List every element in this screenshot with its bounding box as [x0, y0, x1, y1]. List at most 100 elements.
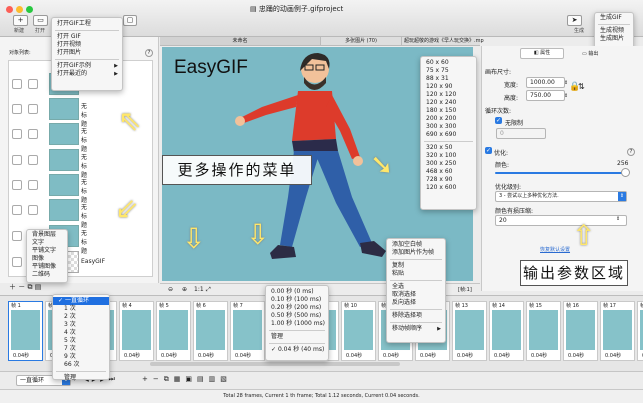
lock-checkbox[interactable]	[28, 180, 38, 190]
menu-item-canvas-size[interactable]: 320 x 100	[421, 152, 476, 160]
menu-item-image[interactable]: 图像	[27, 255, 67, 263]
menu-item-canvas-size[interactable]: 180 x 150	[421, 107, 476, 115]
menu-item-tiled-image[interactable]: 平铺图像	[27, 263, 67, 271]
frame-delay[interactable]: 0.04秒	[494, 352, 510, 359]
open-button[interactable]: ▭	[33, 15, 48, 26]
visibility-checkbox[interactable]	[12, 104, 22, 114]
menu-item-deselect[interactable]: 取消选择	[387, 291, 445, 299]
tab-untitled[interactable]: 未命名	[160, 37, 320, 45]
menu-item-delay[interactable]: 0.10 秒 (100 ms)	[266, 296, 328, 304]
frame-delay[interactable]: 0.04秒	[124, 352, 140, 359]
timeline-frame[interactable]: 帧 7 0.04秒	[230, 301, 265, 361]
remove-frame-button[interactable]: −	[153, 375, 164, 383]
frame-delay[interactable]: 0.04秒	[568, 352, 584, 359]
frame-delay[interactable]: 0.04秒	[198, 352, 214, 359]
menu-item-generate-image[interactable]: 生成图片	[595, 35, 633, 43]
menu-item-background[interactable]: 背景图层	[27, 231, 67, 239]
add-layer-button[interactable]: ＋	[9, 283, 16, 291]
swap-icon[interactable]: ⇅	[578, 82, 585, 91]
color-slider-thumb[interactable]	[621, 168, 630, 177]
menu-item-remove-selected[interactable]: 移除选择项	[387, 312, 445, 320]
tab-video[interactable]: 超玩超敬的游戏《早人玩交换》.mp	[401, 37, 504, 45]
menu-item-delay[interactable]: 0.00 秒 (0 ms)	[266, 288, 328, 296]
menu-item-generate-gif[interactable]: 生成GIF	[595, 14, 633, 22]
timeline-scrollbar[interactable]	[150, 362, 400, 366]
menu-item-loop-count[interactable]: 9 次	[53, 353, 109, 361]
visibility-checkbox[interactable]	[12, 205, 22, 215]
height-stepper[interactable]: ⇕	[564, 93, 568, 99]
menu-item-canvas-size[interactable]: 468 x 60	[421, 168, 476, 176]
settings-icon[interactable]: ▧	[220, 375, 232, 383]
tab-properties[interactable]: ◧ 属性	[520, 48, 564, 59]
align-icon[interactable]: ▤	[197, 375, 209, 383]
visibility-checkbox[interactable]	[12, 180, 22, 190]
menu-item-open-project[interactable]: 打开GIF工程	[52, 20, 122, 28]
menu-item-canvas-size[interactable]: 88 x 31	[421, 75, 476, 83]
timeline-frame[interactable]: 帧 15 0.04秒	[526, 301, 561, 361]
tab-multiple-images[interactable]: 多张图片 (70)	[320, 37, 401, 45]
menu-item-delay[interactable]: 1.00 秒 (1000 ms)	[266, 320, 328, 328]
menu-item-loop-count[interactable]: 2 次	[53, 313, 109, 321]
lock-checkbox[interactable]	[28, 129, 38, 139]
optimize-help-button[interactable]: ?	[627, 148, 635, 156]
menu-item-loop-count[interactable]: 1 次	[53, 305, 109, 313]
menu-item-loop-count[interactable]: 7 次	[53, 345, 109, 353]
menu-item-canvas-size[interactable]: 320 x 50	[421, 144, 476, 152]
width-stepper[interactable]: ⇕	[564, 80, 568, 86]
menu-item-add-image-frame[interactable]: 添加图片作为帧	[387, 249, 445, 257]
timeline-frame[interactable]: 帧 180.04秒	[637, 301, 643, 361]
minimize-window-button[interactable]	[16, 6, 23, 13]
timeline-frame[interactable]: 帧 10 0.04秒	[341, 301, 376, 361]
close-window-button[interactable]	[6, 6, 13, 13]
menu-item-select-all[interactable]: 全选	[387, 283, 445, 291]
zoom-in-icon[interactable]: ⊕	[182, 286, 187, 293]
lock-checkbox[interactable]	[28, 155, 38, 165]
menu-item-manage-delay[interactable]: 管理	[266, 333, 328, 341]
menu-item-canvas-size[interactable]: 728 x 90	[421, 176, 476, 184]
menu-item-delay[interactable]: 0.50 秒 (500 ms)	[266, 312, 328, 320]
menu-item-paste[interactable]: 粘贴	[387, 270, 445, 278]
frame-delay[interactable]: 0.04秒	[457, 352, 473, 359]
menu-item-open-image[interactable]: 打开图片	[52, 49, 122, 57]
menu-item-loop-count[interactable]: 5 次	[53, 337, 109, 345]
frame-delay[interactable]: 0.04秒	[161, 352, 177, 359]
zoom-window-button[interactable]	[26, 6, 33, 13]
menu-item-canvas-size[interactable]: 75 x 75	[421, 67, 476, 75]
menu-item-canvas-size[interactable]: 60 x 60	[421, 59, 476, 67]
visibility-checkbox[interactable]	[12, 79, 22, 89]
timeline-frame[interactable]: 帧 4 0.04秒	[119, 301, 154, 361]
frame-delay[interactable]: 0.04秒	[346, 352, 362, 359]
frame-delay[interactable]: 0.04秒	[531, 352, 547, 359]
height-field[interactable]: 750.00	[526, 90, 565, 101]
visibility-checkbox[interactable]	[12, 129, 22, 139]
menu-item-delay[interactable]: 0.20 秒 (200 ms)	[266, 304, 328, 312]
lock-checkbox[interactable]	[28, 205, 38, 215]
frame-delay[interactable]: 0.04秒	[235, 352, 251, 359]
crop-icon[interactable]: ▣	[185, 375, 197, 383]
view-toggle-button[interactable]: ▢	[123, 15, 137, 26]
menu-item-copy[interactable]: 复制	[387, 262, 445, 270]
optimize-checkbox[interactable]: ✓	[485, 147, 492, 154]
width-field[interactable]: 1000.00	[526, 77, 565, 88]
menu-item-loop-count[interactable]: 66 次	[53, 361, 109, 369]
lossy-field[interactable]: 20	[495, 215, 627, 226]
layer-options-icon[interactable]: ▤	[35, 283, 42, 291]
menu-item-open-example[interactable]: 打开GIF示例 ▶	[52, 62, 122, 70]
menu-item-invert-selection[interactable]: 反向选择	[387, 299, 445, 307]
timeline-frame[interactable]: 帧 13 0.04秒	[452, 301, 487, 361]
timeline-frame[interactable]: 帧 14 0.04秒	[489, 301, 524, 361]
layers-help-button[interactable]: ?	[145, 49, 153, 57]
menu-item-open-gif[interactable]: 打开 GIF	[52, 33, 122, 41]
tab-output[interactable]: ▭ 输出	[582, 50, 598, 57]
timeline-frame[interactable]: 帧 1 0.04秒	[8, 301, 43, 361]
menu-item-open-video[interactable]: 打开视频	[52, 41, 122, 49]
menu-item-text[interactable]: 文字	[27, 239, 67, 247]
new-button[interactable]: +	[13, 15, 28, 26]
share-button[interactable]: ➤	[567, 15, 582, 26]
color-slider[interactable]	[495, 172, 625, 174]
menu-item-tiled-text[interactable]: 平铺文字	[27, 247, 67, 255]
menu-item-delay-current[interactable]: ✓ 0.04 秒 (40 ms)	[266, 346, 328, 354]
layers-icon[interactable]: ▥	[209, 375, 221, 383]
menu-item-add-blank-frame[interactable]: 添加空白帧	[387, 241, 445, 249]
timeline-frame[interactable]: 帧 17 0.04秒	[600, 301, 635, 361]
